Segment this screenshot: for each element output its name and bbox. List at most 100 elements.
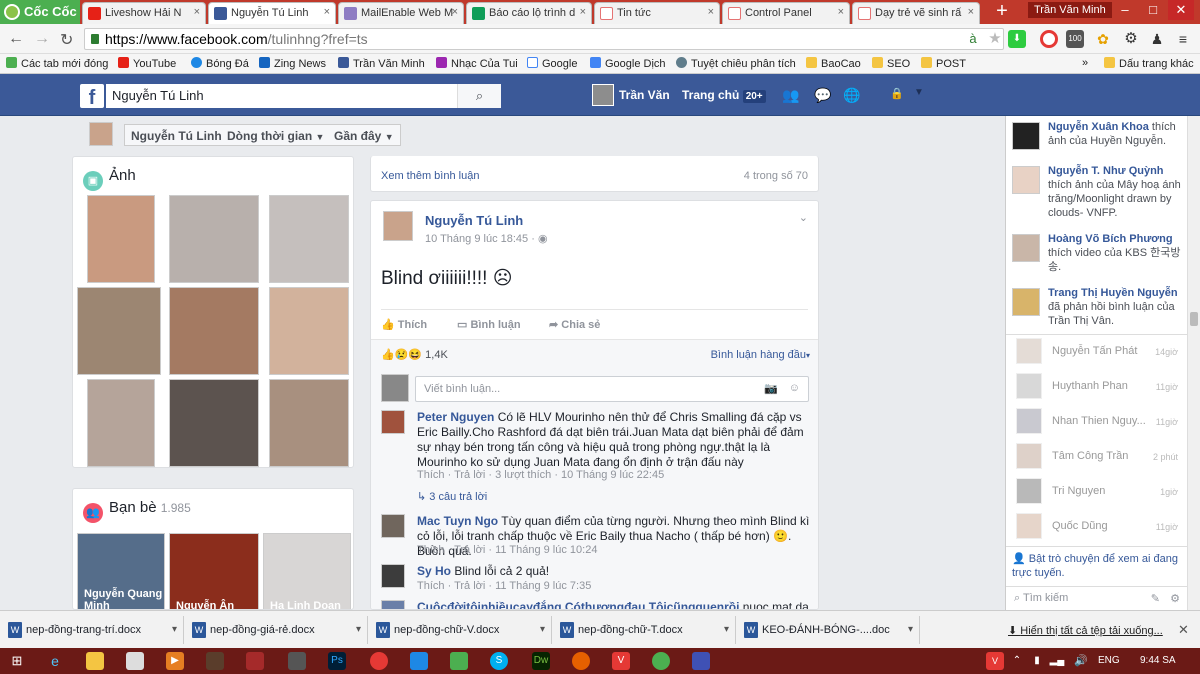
url-field[interactable]: https://www.facebook.com/tulinhng?fref=t… xyxy=(84,28,1004,50)
coccoc-logo[interactable]: Cốc Cốc xyxy=(0,0,80,24)
forward-icon[interactable]: → xyxy=(34,30,50,48)
tab-day-tre[interactable]: Dạy trẻ vẽ sinh rấ × xyxy=(852,2,980,24)
volume-icon[interactable]: 🔊 xyxy=(1072,652,1090,670)
commenter-avatar[interactable] xyxy=(381,564,405,588)
tab-tintuc[interactable]: Tin tức × xyxy=(594,2,720,24)
reload-icon[interactable]: ↻ xyxy=(60,30,73,50)
show-all-downloads-link[interactable]: ⬇ Hiển thị tất cả tệp tải xuống... xyxy=(1008,624,1163,637)
chat-search-input[interactable]: ⌕ Tìm kiếm ✎ ⚙ xyxy=(1006,586,1188,610)
comment-actions[interactable]: Thích · Trả lời · 11 Tháng 9 lúc 7:35 xyxy=(417,580,591,592)
close-icon[interactable]: × xyxy=(838,6,844,18)
profile-avatar[interactable] xyxy=(89,122,113,146)
chevron-down-icon[interactable]: ▼ xyxy=(910,87,928,103)
commenter-avatar[interactable] xyxy=(381,410,405,434)
close-window-icon[interactable]: ✕ xyxy=(1168,0,1194,20)
bookmark-folder-post[interactable]: POST xyxy=(921,57,966,70)
chat-friend[interactable]: Nguyễn Tấn Phát 14giờ xyxy=(1012,336,1184,366)
close-icon[interactable]: × xyxy=(194,6,200,18)
tab-facebook[interactable]: Nguyễn Tú Linh × xyxy=(208,2,336,24)
bookmark-other[interactable]: Dấu trang khác xyxy=(1104,57,1194,70)
bookmark-zing[interactable]: Zing News xyxy=(259,57,326,70)
ticker-item[interactable]: Nguyễn T. Như Quỳnh thích ảnh của Mây ho… xyxy=(1012,164,1184,224)
photo-thumb[interactable] xyxy=(169,379,259,467)
tab-baocao[interactable]: Báo cáo lộ trình d × xyxy=(466,2,592,24)
vivaldi-tray-icon[interactable]: V xyxy=(986,652,1004,670)
signal-icon[interactable]: ▂▄ xyxy=(1048,652,1066,670)
messages-icon[interactable]: 💬 xyxy=(814,87,832,103)
download-item[interactable]: Wnep-đồng-chữ-V.docx ▾ xyxy=(368,616,552,644)
write-comment-input[interactable]: Viết bình luận... 📷 ☺ xyxy=(415,376,809,402)
photo-thumb[interactable] xyxy=(87,195,155,283)
download-icon[interactable]: ⬇ xyxy=(1008,30,1026,48)
app-icon[interactable] xyxy=(450,652,468,670)
photo-thumb[interactable] xyxy=(269,195,349,283)
commenter-name[interactable]: Mac Tuyn Ngo xyxy=(417,514,498,528)
commenter-avatar[interactable] xyxy=(381,514,405,538)
chevron-down-icon[interactable]: ▾ xyxy=(172,624,177,635)
bookmarks-more[interactable]: » xyxy=(1082,57,1088,69)
chevron-down-icon[interactable]: ▾ xyxy=(724,624,729,635)
nav-profile[interactable]: Trần Văn xyxy=(619,88,670,102)
photo-thumb[interactable] xyxy=(87,379,155,467)
post-options-chevron-icon[interactable]: ⌄ xyxy=(799,211,808,224)
friend-thumb[interactable]: Nguyễn Ân xyxy=(169,533,259,609)
ticker-item[interactable]: Nguyễn Xuân Khoa thích ảnh của Huyền Ngu… xyxy=(1012,120,1184,164)
chevron-down-icon[interactable]: ▾ xyxy=(908,624,913,635)
comment-button[interactable]: ▭ Bình luận xyxy=(457,318,521,331)
friend-requests-icon[interactable]: 👥 xyxy=(782,87,800,103)
translate-icon[interactable]: à xyxy=(964,30,982,48)
firefox-icon[interactable] xyxy=(572,652,590,670)
avatar[interactable] xyxy=(592,84,614,106)
network-icon[interactable]: ▮ xyxy=(1028,652,1046,670)
photo-thumb[interactable] xyxy=(269,379,349,467)
bookmark-folder-seo[interactable]: SEO xyxy=(872,57,910,70)
post-author-avatar[interactable] xyxy=(383,211,413,241)
bookmark-google-dich[interactable]: Google Dịch xyxy=(590,57,666,70)
bookmark-tuyet-chieu[interactable]: Tuyệt chiêu phân tích xyxy=(676,57,796,70)
friend-thumb[interactable]: Hạ Linh Doan xyxy=(263,533,351,609)
comment-actions[interactable]: Thích · Trả lời · 11 Tháng 9 lúc 10:24 xyxy=(417,544,597,556)
photo-thumb[interactable] xyxy=(77,287,161,375)
friend-thumb[interactable]: Nguyễn Quang Minh xyxy=(77,533,165,609)
gear-icon[interactable]: ⚙ xyxy=(1122,30,1140,48)
tab-mailenable[interactable]: MailEnable Web M × xyxy=(338,2,464,24)
chat-friend[interactable]: Huythanh Phan 11giờ xyxy=(1012,371,1184,401)
language-indicator[interactable]: ENG xyxy=(1098,655,1120,666)
minimize-icon[interactable]: – xyxy=(1112,0,1138,20)
close-icon[interactable]: × xyxy=(968,6,974,18)
emoji-icon[interactable]: ☺ xyxy=(789,382,800,394)
ticker-item[interactable]: Trang Thị Huyền Nguyễn đã phản hồi bình … xyxy=(1012,286,1184,330)
like-button[interactable]: 👍 Thích xyxy=(381,318,427,331)
profile-name-pill[interactable]: Nguyễn Tú Linh xyxy=(124,124,229,146)
speed-badge-icon[interactable]: 100 xyxy=(1066,30,1084,48)
chevron-down-icon[interactable]: ▾ xyxy=(540,624,545,635)
bookmark-recent-tabs[interactable]: Các tab mới đóng xyxy=(6,57,108,70)
app-icon[interactable] xyxy=(288,652,306,670)
photo-thumb[interactable] xyxy=(269,287,349,375)
close-icon[interactable]: × xyxy=(452,6,458,18)
app-icon[interactable] xyxy=(410,652,428,670)
bookmark-nhac[interactable]: Nhạc Của Tui xyxy=(436,57,518,70)
tab-liveshow[interactable]: Liveshow Hải N × xyxy=(82,2,206,24)
ticker-item[interactable]: Hoàng Võ Bích Phương thích video của KBS… xyxy=(1012,232,1184,278)
close-icon[interactable]: × xyxy=(324,6,330,18)
star-icon[interactable]: ★ xyxy=(986,30,1004,48)
commenter-name[interactable]: Cuộcđờitôinhiềucayđắng Cóthươngđau Tôicũ… xyxy=(417,600,739,609)
photo-thumb[interactable] xyxy=(169,287,259,375)
chat-friend[interactable]: Tâm Công Trần 2 phút xyxy=(1012,441,1184,471)
camera-icon[interactable]: 📷 xyxy=(764,382,778,395)
friends-header[interactable]: 👥 Bạn bè 1.985 xyxy=(83,499,191,523)
bookmark-folder-baocao[interactable]: BaoCao xyxy=(806,57,861,70)
profile-user[interactable]: Trần Văn Minh xyxy=(1028,2,1112,18)
scrollbar[interactable] xyxy=(1187,116,1200,610)
photoshop-icon[interactable]: Ps xyxy=(328,652,346,670)
photos-header[interactable]: ▣ Ảnh xyxy=(83,167,136,191)
app-icon[interactable] xyxy=(246,652,264,670)
post-author-name[interactable]: Nguyễn Tú Linh xyxy=(425,213,523,228)
opera-icon[interactable] xyxy=(1040,30,1058,48)
opera-icon[interactable] xyxy=(370,652,388,670)
recent-dropdown[interactable]: Gần đây ▼ xyxy=(328,124,401,146)
app-icon[interactable] xyxy=(126,652,144,670)
chevron-up-icon[interactable]: ⌃ xyxy=(1008,652,1026,670)
back-icon[interactable]: ← xyxy=(8,30,24,48)
